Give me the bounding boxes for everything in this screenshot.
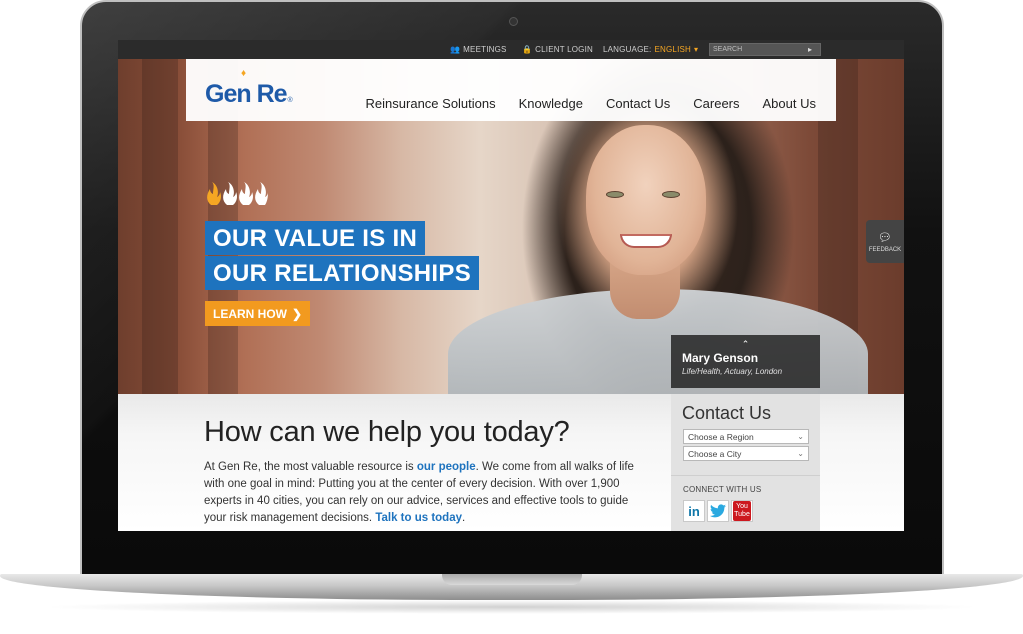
body-text: At Gen Re, the most valuable resource is	[204, 461, 417, 473]
contact-sidebar: Contact Us Choose a Region ⌄ Choose a Ci…	[671, 394, 820, 531]
client-login-link[interactable]: 🔒 CLIENT LOGIN	[522, 45, 593, 54]
hero-photo-face	[586, 125, 706, 275]
search-arrow-icon[interactable]: ▸	[808, 45, 812, 54]
talk-to-us-link[interactable]: Talk to us today	[375, 512, 462, 524]
main-nav: Reinsurance Solutions Knowledge Contact …	[366, 96, 816, 111]
language-label: LANGUAGE:	[603, 45, 652, 54]
our-people-link[interactable]: our people	[417, 461, 476, 473]
client-login-label: CLIENT LOGIN	[535, 45, 593, 54]
hero-headline-line1: OUR VALUE IS IN	[205, 221, 426, 255]
people-icon: 👥	[450, 45, 461, 54]
nav-careers[interactable]: Careers	[693, 96, 739, 111]
feedback-label: FEEDBACK	[868, 246, 902, 253]
nav-about-us[interactable]: About Us	[763, 96, 816, 111]
flames-icon	[207, 182, 268, 205]
region-select[interactable]: Choose a Region ⌄	[683, 429, 809, 444]
lock-icon: 🔒	[522, 45, 533, 54]
twitter-button[interactable]	[707, 500, 729, 522]
genre-logo[interactable]: ♦ Gen Re ®	[205, 68, 293, 109]
help-title: How can we help you today?	[204, 416, 570, 448]
speech-bubble-icon: 💬︎	[878, 231, 892, 244]
contact-title: Contact Us	[682, 403, 772, 423]
language-value: ENGLISH	[654, 45, 692, 54]
chevron-down-icon: ⌄	[797, 449, 804, 458]
hero-photo-eye	[606, 191, 624, 198]
search-box: ▸	[709, 43, 821, 56]
linkedin-button[interactable]: in	[683, 500, 705, 522]
connect-title: CONNECT WITH US	[683, 485, 762, 494]
flame-icon: ♦	[241, 68, 247, 79]
linkedin-icon: in	[688, 503, 700, 519]
laptop-shadow	[40, 600, 983, 614]
city-select[interactable]: Choose a City ⌄	[683, 446, 809, 461]
site-header: ♦ Gen Re ® Reinsurance Solutions Knowled…	[186, 59, 836, 121]
search-input[interactable]	[710, 44, 808, 55]
hero-headline-line2: OUR RELATIONSHIPS	[205, 256, 480, 290]
chevron-down-icon: ⌄	[797, 432, 804, 441]
laptop-notch	[442, 574, 582, 585]
nav-contact-us[interactable]: Contact Us	[606, 96, 670, 111]
hero-caption[interactable]: ⌃ Mary Genson Life/Health, Actuary, Lond…	[671, 335, 820, 388]
utility-bar: 👥 MEETINGS 🔒 CLIENT LOGIN LANGUAGE: ENGL…	[118, 40, 904, 59]
body-text: .	[462, 512, 466, 524]
twitter-icon	[710, 504, 726, 518]
region-select-value: Choose a Region	[688, 431, 754, 442]
youtube-icon: You Tube	[733, 501, 751, 521]
caption-title: Life/Health, Actuary, London	[682, 367, 783, 376]
caption-name: Mary Genson	[682, 351, 759, 365]
chevron-right-icon: ❯	[292, 306, 303, 321]
flames-row	[204, 181, 268, 207]
youtube-top: You	[736, 503, 748, 510]
feedback-tab[interactable]: 💬︎ FEEDBACK	[866, 220, 904, 263]
registered-mark: ®	[287, 97, 293, 104]
divider	[671, 475, 820, 476]
background-window	[142, 59, 178, 394]
city-select-value: Choose a City	[688, 448, 742, 459]
browser-screen: 👥 MEETINGS 🔒 CLIENT LOGIN LANGUAGE: ENGL…	[118, 40, 904, 531]
chevron-down-icon: ▾	[694, 45, 699, 54]
nav-reinsurance-solutions[interactable]: Reinsurance Solutions	[366, 96, 496, 111]
learn-how-button[interactable]: LEARN HOW ❯	[205, 301, 311, 326]
youtube-bottom: Tube	[734, 511, 750, 518]
meetings-label: MEETINGS	[463, 45, 507, 54]
hero-photo-smile	[620, 234, 672, 248]
learn-how-label: LEARN HOW	[213, 306, 287, 321]
camera-icon	[509, 17, 518, 26]
hero-photo-eye	[662, 191, 680, 198]
chevron-up-icon[interactable]: ⌃	[682, 339, 809, 350]
help-body: At Gen Re, the most valuable resource is…	[204, 459, 644, 527]
nav-knowledge[interactable]: Knowledge	[519, 96, 583, 111]
language-selector[interactable]: LANGUAGE: ENGLISH ▾	[603, 45, 698, 54]
meetings-link[interactable]: 👥 MEETINGS	[450, 45, 507, 54]
youtube-button[interactable]: You Tube	[731, 500, 753, 522]
logo-text: Gen Re	[205, 80, 288, 108]
